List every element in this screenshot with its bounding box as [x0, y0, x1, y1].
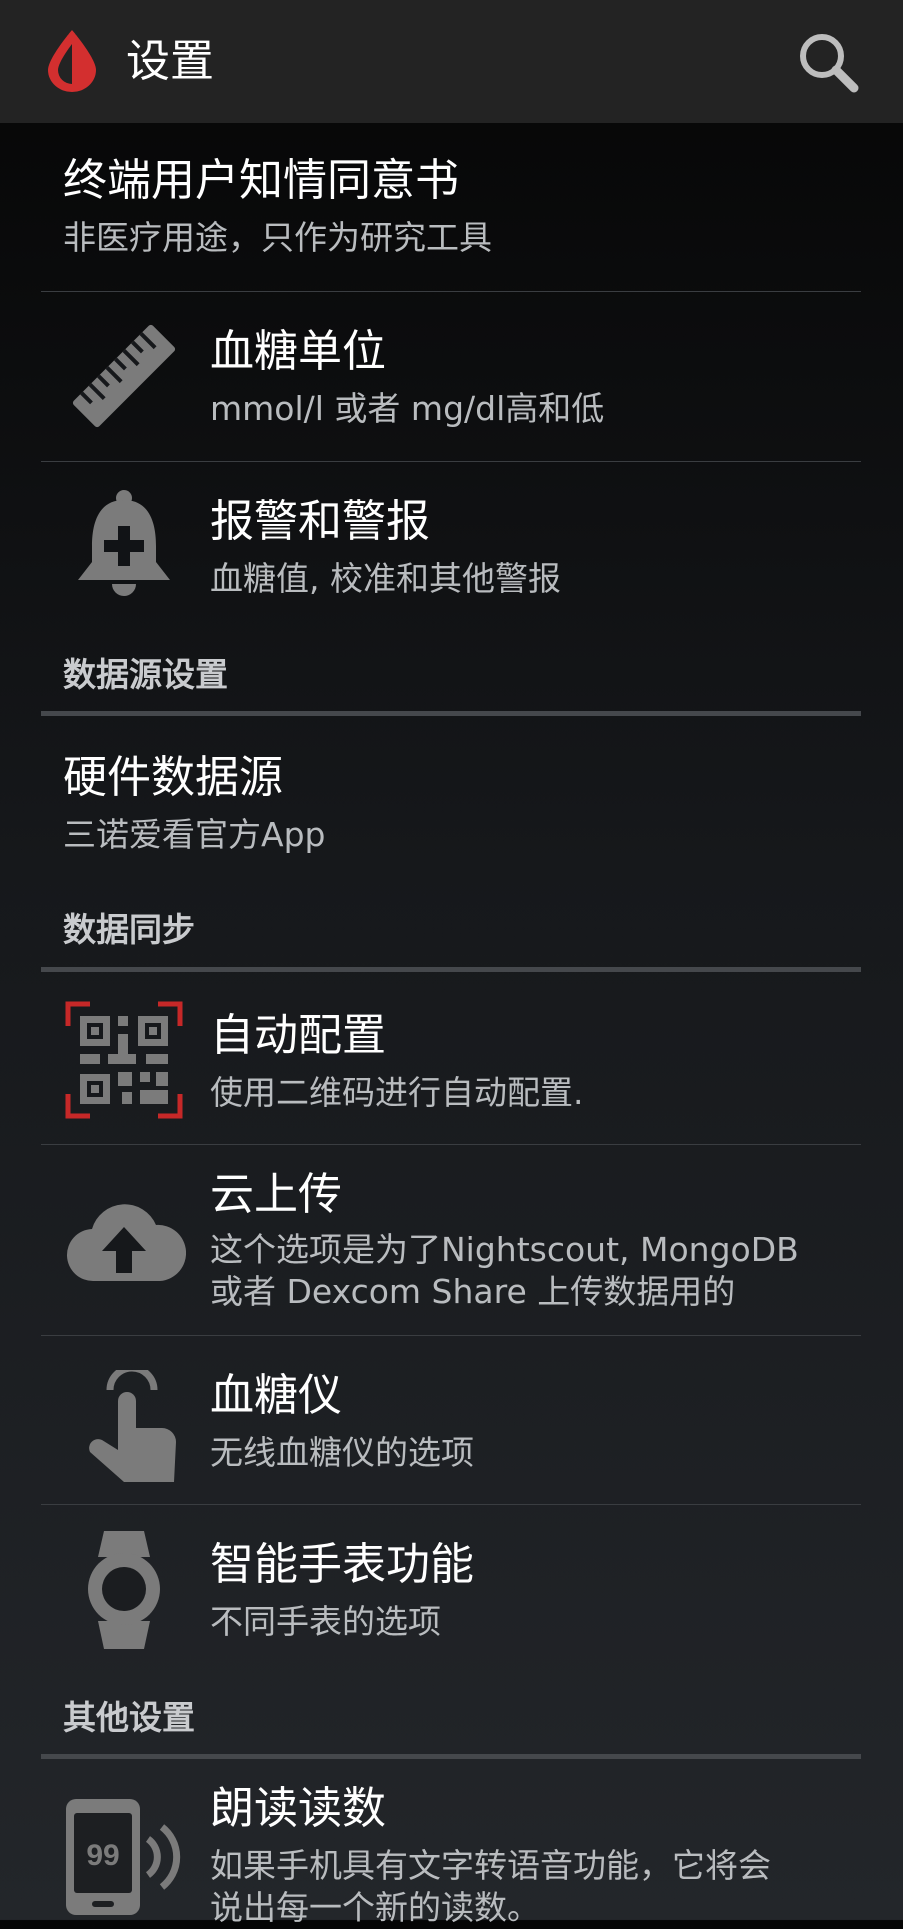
item-summary: 三诺爱看官方App: [63, 815, 326, 854]
page-title: 设置: [126, 36, 214, 87]
ruler-icon: [62, 314, 186, 438]
watch-icon: [62, 1527, 186, 1651]
speak-phone-icon: 99: [62, 1795, 186, 1919]
item-summary: 不同手表的选项: [210, 1602, 441, 1641]
qr-code-icon: [62, 998, 186, 1122]
list-item-glucose-units[interactable]: 血糖单位 mmol/l 或者 mg/dl高和低: [0, 292, 903, 461]
item-summary-line-2: 或者 Dexcom Share 上传数据用的: [210, 1272, 736, 1311]
list-item-speak-readings[interactable]: 99 朗读读数 如果手机具有文字转语音功能，它将会 说出每一个新的读数。: [0, 1759, 903, 1927]
list-item-auto-configure[interactable]: 自动配置 使用二维码进行自动配置.: [0, 972, 903, 1144]
item-title: 朗读读数: [210, 1783, 386, 1834]
item-title: 云上传: [210, 1169, 342, 1220]
item-summary: 使用二维码进行自动配置.: [210, 1073, 584, 1112]
item-summary: 血糖值, 校准和其他警报: [210, 559, 561, 598]
item-title: 血糖单位: [210, 326, 386, 377]
item-title: 终端用户知情同意书: [63, 155, 459, 206]
item-summary-line-1: 如果手机具有文字转语音功能，它将会: [210, 1846, 771, 1885]
list-item-eula[interactable]: 终端用户知情同意书 非医疗用途，只作为研究工具: [0, 123, 903, 291]
item-title: 血糖仪: [210, 1370, 342, 1421]
item-title: 硬件数据源: [63, 752, 283, 803]
list-item-smart-watch[interactable]: 智能手表功能 不同手表的选项: [0, 1505, 903, 1675]
list-item-alarms[interactable]: 报警和警报 血糖值, 校准和其他警报: [0, 462, 903, 632]
item-summary: 无线血糖仪的选项: [210, 1433, 474, 1472]
item-summary: 非医疗用途，只作为研究工具: [63, 218, 492, 257]
list-item-hardware-source[interactable]: 硬件数据源 三诺爱看官方App: [0, 716, 903, 881]
app-bar: 设置: [0, 0, 903, 123]
search-icon[interactable]: [796, 30, 860, 94]
item-title: 智能手表功能: [210, 1539, 474, 1590]
item-title: 自动配置: [210, 1010, 386, 1061]
category-data-source: 数据源设置: [63, 655, 228, 694]
blood-drop-icon[interactable]: [44, 28, 100, 92]
item-summary: mmol/l 或者 mg/dl高和低: [210, 389, 605, 428]
category-data-sync: 数据同步: [63, 910, 195, 949]
list-item-glucose-meter[interactable]: 血糖仪 无线血糖仪的选项: [0, 1336, 903, 1504]
item-summary-line-1: 这个选项是为了Nightscout, MongoDB: [210, 1230, 799, 1269]
item-summary-line-2: 说出每一个新的读数。: [210, 1888, 540, 1927]
cloud-upload-icon: [62, 1181, 186, 1305]
touch-hand-icon: [62, 1370, 186, 1494]
bell-plus-icon: [62, 484, 186, 608]
icon-label: 99: [86, 1839, 119, 1872]
list-item-cloud-upload[interactable]: 云上传 这个选项是为了Nightscout, MongoDB 或者 Dexcom…: [0, 1145, 903, 1335]
category-other: 其他设置: [63, 1698, 195, 1737]
item-title: 报警和警报: [210, 496, 430, 547]
